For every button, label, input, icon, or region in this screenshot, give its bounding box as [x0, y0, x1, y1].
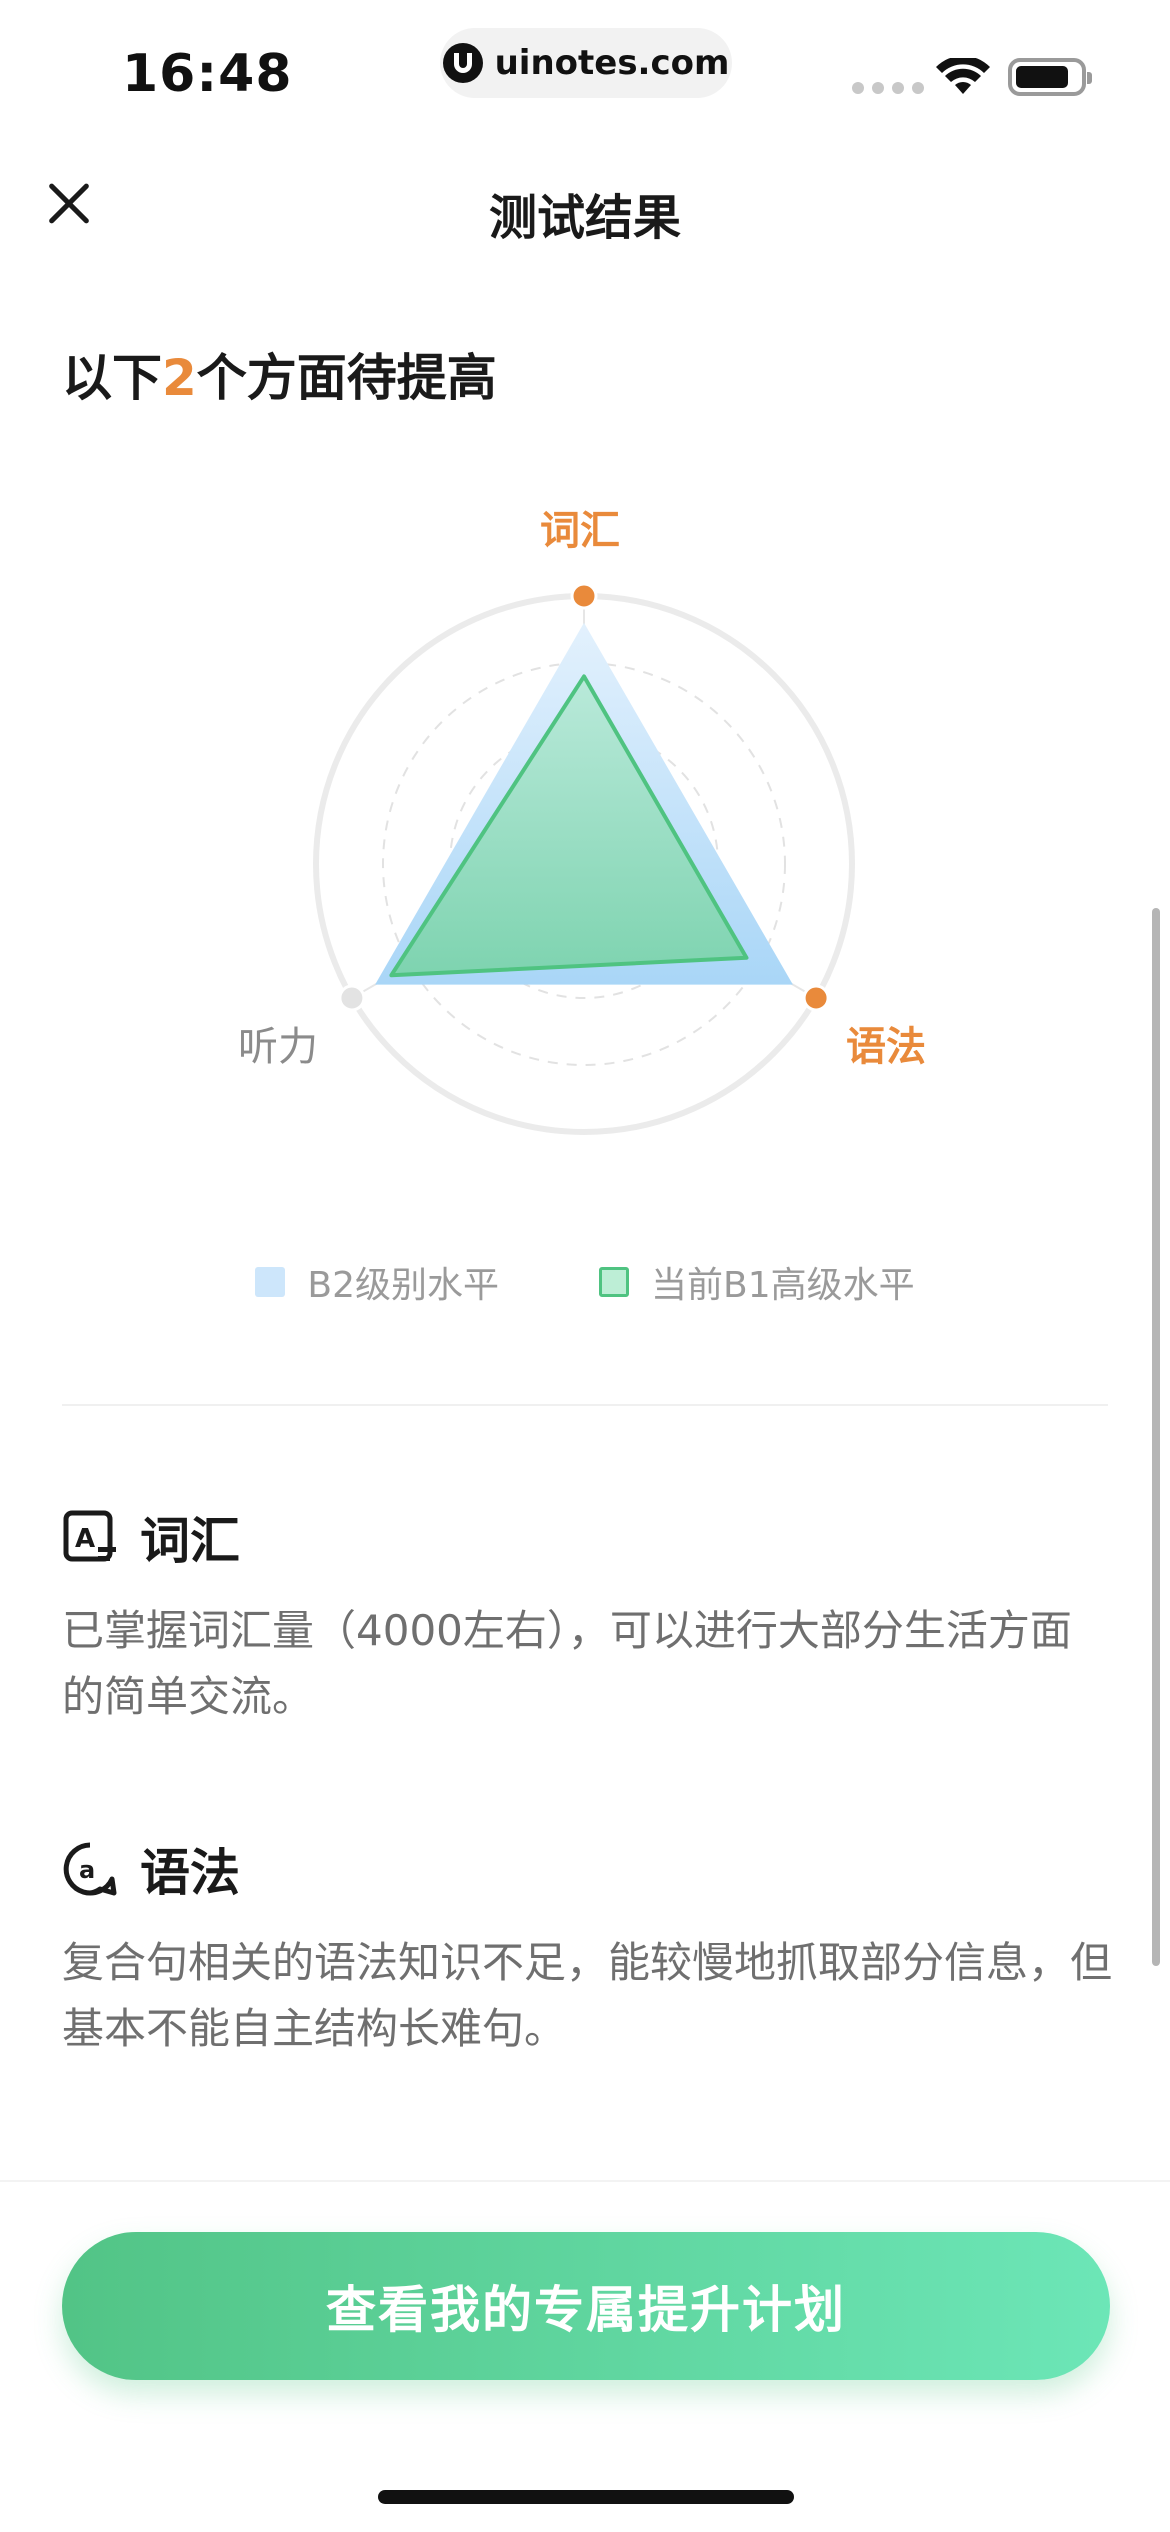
axis-label-grammar: 语法: [846, 1024, 926, 1070]
scrollbar[interactable]: [1152, 908, 1160, 1966]
legend-label-b1: 当前B1高级水平: [651, 1265, 915, 1306]
view-plan-button[interactable]: 查看我的专属提升计划: [62, 2232, 1110, 2380]
axis-label-vocabulary: 词汇: [540, 508, 620, 554]
section-vocabulary-text: 已掌握词汇量（4000左右），可以进行大部分生活方面的简单交流。: [62, 1606, 1072, 1721]
site-logo-icon: [442, 43, 483, 83]
legend-item-b2: B2级别水平: [255, 1256, 499, 1308]
svg-text:a: a: [79, 1856, 95, 1884]
divider: [62, 1404, 1108, 1406]
summary-suffix: 个方面待提高: [196, 349, 497, 407]
axis-dot-1: [570, 582, 598, 610]
summary-prefix: 以下: [62, 349, 162, 407]
status-bar: 16:48 uinotes.com: [0, 0, 1170, 140]
vocabulary-card-icon: A: [63, 1510, 116, 1562]
wifi-icon: [936, 58, 990, 94]
chart-legend: B2级别水平 当前B1高级水平: [0, 1256, 1170, 1308]
section-grammar: a 语法 复合句相关的语法知识不足，能较慢地抓取部分信息，但基本不能自主结构长难…: [62, 1834, 1112, 2062]
battery-icon: [1008, 58, 1092, 96]
radar-chart: [313, 582, 855, 1135]
url-text: uinotes.com: [494, 43, 730, 83]
section-grammar-text: 复合句相关的语法知识不足，能较慢地抓取部分信息，但基本不能自主结构长难句。: [62, 1938, 1113, 2053]
page-title: 测试结果: [488, 190, 681, 246]
axis-dot-3: [338, 984, 366, 1012]
summary-heading: 以下2个方面待提高: [62, 338, 497, 410]
summary-count: 2: [162, 349, 197, 407]
section-vocabulary-title: 词汇: [140, 1512, 240, 1570]
legend-item-b1: 当前B1高级水平: [599, 1256, 915, 1308]
axis-dot-2: [802, 984, 830, 1012]
legend-swatch-b1: [599, 1267, 629, 1297]
section-grammar-title: 语法: [140, 1844, 240, 1902]
home-indicator[interactable]: [378, 2490, 794, 2504]
svg-text:A: A: [75, 1524, 95, 1554]
legend-swatch-b2: [255, 1267, 286, 1297]
legend-label-b2: B2级别水平: [307, 1265, 499, 1306]
signal-icon: [852, 82, 924, 94]
axis-label-listening: 听力: [238, 1024, 318, 1070]
grammar-at-icon: a: [63, 1842, 117, 1896]
url-pill[interactable]: uinotes.com: [440, 28, 732, 98]
status-time: 16:48: [122, 44, 293, 104]
section-vocabulary: A 词汇 已掌握词汇量（4000左右），可以进行大部分生活方面的简单交流。: [62, 1502, 1112, 1730]
